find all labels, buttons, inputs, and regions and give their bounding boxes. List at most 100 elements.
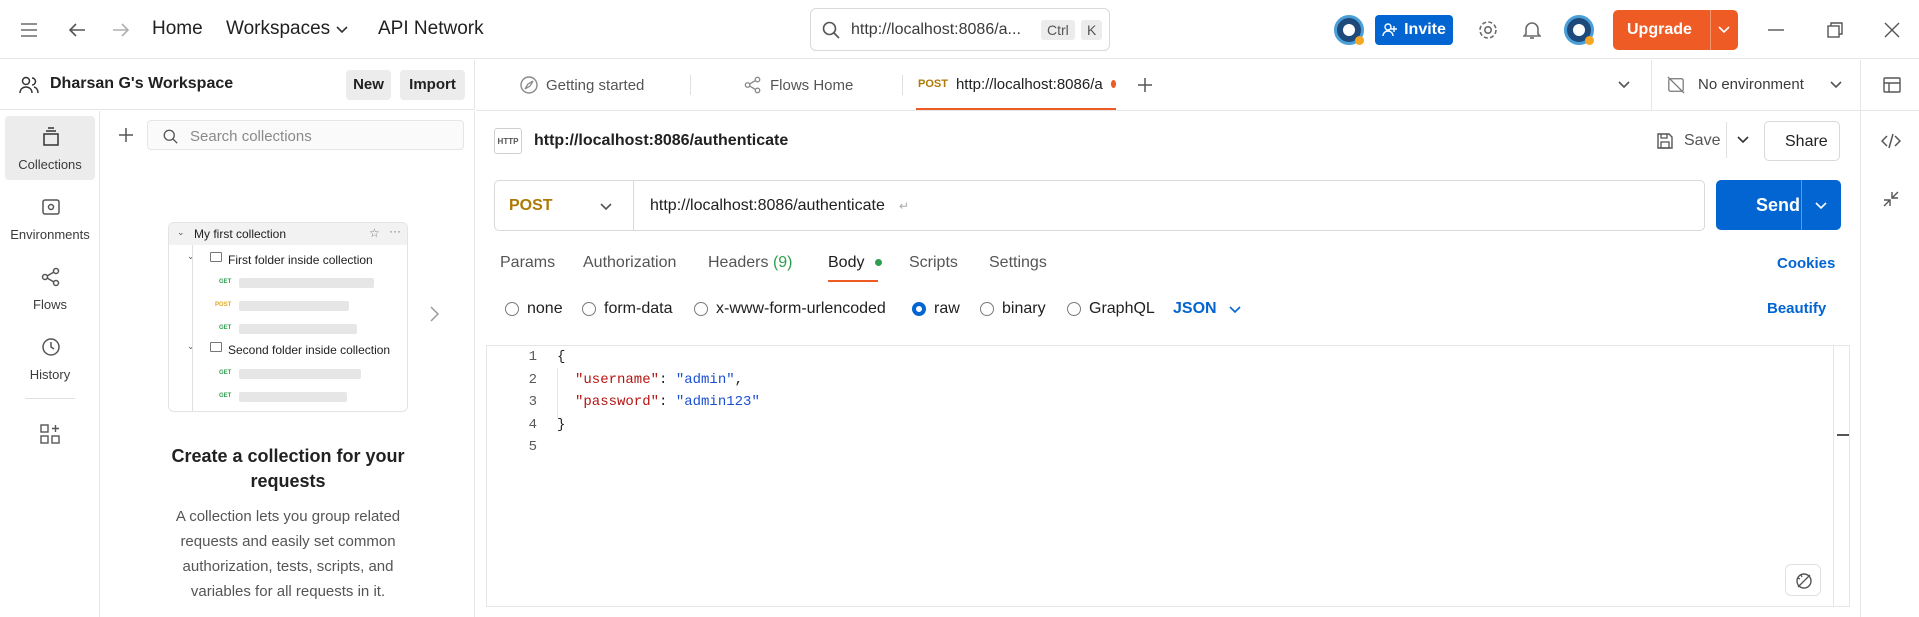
- save-button[interactable]: Save: [1684, 132, 1720, 150]
- radio-form-data[interactable]: form-data: [582, 300, 672, 318]
- method-selector[interactable]: POST: [509, 197, 553, 215]
- workspaces-menu[interactable]: Workspaces: [226, 18, 330, 40]
- environment-chevron-down-icon[interactable]: [1828, 78, 1844, 92]
- environments-icon: [40, 196, 62, 218]
- workspace-header: Dharsan G's Workspace New Import: [0, 60, 475, 110]
- rail-label-history: History: [29, 367, 71, 382]
- radio-x-www-form-urlencoded[interactable]: x-www-form-urlencoded: [694, 300, 886, 318]
- request-title[interactable]: http://localhost:8086/authenticate: [534, 132, 788, 150]
- ai-assist-icon: [1794, 571, 1814, 591]
- headers-count: (9): [772, 254, 793, 271]
- line-number: 1: [528, 349, 537, 365]
- beautify-link[interactable]: Beautify: [1767, 300, 1826, 317]
- body-tab-underline: [828, 280, 878, 282]
- environment-quick-look-icon[interactable]: [1882, 75, 1902, 95]
- share-button[interactable]: Share: [1764, 121, 1840, 161]
- forward-arrow-icon[interactable]: [110, 19, 132, 41]
- ai-assist-button[interactable]: [1785, 564, 1821, 596]
- illus-bar-2: [239, 301, 349, 311]
- radio-graphql[interactable]: GraphQL: [1067, 300, 1155, 318]
- code-close-brace: }: [557, 417, 566, 433]
- tab-getting-started[interactable]: Getting started: [520, 60, 644, 110]
- body-code-editor[interactable]: 1 2 3 4 5 { "username": "admin", "passwo…: [486, 345, 1850, 607]
- send-label: Send: [1756, 195, 1801, 215]
- code-open-brace: {: [557, 349, 566, 365]
- method-chevron-down-icon[interactable]: [599, 201, 613, 213]
- environment-selector[interactable]: No environment: [1698, 76, 1804, 93]
- rail-item-collections[interactable]: Collections: [5, 116, 95, 180]
- code-snippet-icon[interactable]: [1880, 131, 1902, 151]
- tab-label-getting-started: Getting started: [546, 76, 645, 94]
- tab-flows-home[interactable]: Flows Home: [744, 60, 853, 110]
- hamburger-menu-icon[interactable]: [18, 20, 40, 40]
- illus-get-3: GET: [219, 370, 232, 376]
- upgrade-chevron-down-icon[interactable]: [1717, 24, 1731, 36]
- rail-label-environments: Environments: [10, 227, 90, 242]
- body-format-chevron-icon[interactable]: [1228, 304, 1242, 316]
- close-window-icon[interactable]: [1882, 20, 1902, 40]
- illus-bar-4: [239, 369, 361, 379]
- illus-get-2: GET: [219, 325, 232, 331]
- top-bar: Home Workspaces API Network http://local…: [0, 0, 1919, 59]
- team-avatar[interactable]: [1334, 15, 1364, 45]
- minimize-window-icon[interactable]: [1766, 20, 1786, 40]
- illus-star-icon: ☆: [369, 226, 380, 240]
- next-chevron-right-icon[interactable]: [426, 304, 442, 324]
- illus-chevron-icon: ⌄: [177, 227, 185, 237]
- user-avatar[interactable]: [1564, 15, 1594, 45]
- settings-gear-icon[interactable]: [1476, 18, 1500, 42]
- illus-post-1: POST: [215, 302, 232, 308]
- empty-state-title: Create a collection for your requests: [171, 446, 405, 491]
- tab-label-authenticate: http://localhost:8086/a: [955, 75, 1103, 93]
- rocket-icon: [520, 76, 538, 94]
- home-link[interactable]: Home: [152, 18, 203, 40]
- search-collections-input[interactable]: Search collections: [147, 120, 464, 150]
- add-collection-plus-icon[interactable]: [116, 125, 136, 145]
- tab-settings[interactable]: Settings: [989, 254, 1047, 272]
- rail-item-environments[interactable]: Environments: [5, 186, 95, 250]
- body-format-selector[interactable]: JSON: [1173, 300, 1217, 318]
- share-label: Share: [1785, 133, 1828, 150]
- illus-get-4: GET: [219, 393, 232, 399]
- import-button[interactable]: Import: [400, 70, 465, 100]
- notifications-bell-icon[interactable]: [1521, 18, 1543, 42]
- tab-post-authenticate[interactable]: POST http://localhost:8086/a: [916, 60, 1116, 110]
- rail-item-history[interactable]: History: [5, 326, 95, 390]
- send-button[interactable]: Send: [1716, 180, 1841, 230]
- radio-raw[interactable]: raw: [912, 300, 960, 318]
- tab-authorization[interactable]: Authorization: [583, 254, 676, 272]
- back-arrow-icon[interactable]: [66, 19, 88, 41]
- flows-icon: [40, 266, 62, 288]
- save-floppy-icon[interactable]: [1654, 130, 1676, 152]
- tab-body[interactable]: Body: [828, 254, 882, 272]
- add-workbench-icon[interactable]: [39, 423, 61, 445]
- editor-scrollbar-track[interactable]: [1833, 346, 1834, 606]
- workspace-name[interactable]: Dharsan G's Workspace: [50, 75, 233, 93]
- send-options-chevron-icon[interactable]: [1814, 200, 1828, 212]
- tab-params[interactable]: Params: [500, 254, 555, 272]
- radio-none[interactable]: none: [505, 300, 563, 318]
- global-search-input[interactable]: http://localhost:8086/a... Ctrl K: [810, 8, 1110, 51]
- tabs-overflow-chevron-icon[interactable]: [1616, 78, 1632, 92]
- collection-illustration: ⌄ My first collection ☆ ··· ⌄ First fold…: [168, 222, 408, 412]
- tab-headers[interactable]: Headers (9): [708, 254, 793, 272]
- save-options-chevron-icon[interactable]: [1736, 134, 1750, 146]
- restore-window-icon[interactable]: [1825, 20, 1845, 40]
- url-input[interactable]: http://localhost:8086/authenticate: [650, 197, 885, 215]
- radio-binary[interactable]: binary: [980, 300, 1046, 318]
- return-icon: ↵: [899, 199, 910, 213]
- tab-scripts[interactable]: Scripts: [909, 254, 958, 272]
- api-network-link[interactable]: API Network: [378, 18, 484, 40]
- invite-button[interactable]: Invite: [1375, 15, 1453, 45]
- add-user-icon: [1382, 22, 1398, 38]
- collapse-panel-icon[interactable]: [1881, 189, 1901, 209]
- shortcut-ctrl: Ctrl: [1041, 20, 1075, 40]
- upgrade-button[interactable]: Upgrade: [1613, 10, 1738, 50]
- rail-item-flows[interactable]: Flows: [5, 256, 95, 320]
- workspaces-chevron-down-icon[interactable]: [334, 22, 350, 38]
- left-nav-rail: Collections Environments Flows History: [0, 111, 100, 617]
- new-tab-plus-icon[interactable]: [1136, 76, 1154, 94]
- new-button[interactable]: New: [346, 70, 391, 100]
- cookies-link[interactable]: Cookies: [1777, 255, 1835, 272]
- empty-state-description: A collection lets you group related requ…: [175, 508, 401, 600]
